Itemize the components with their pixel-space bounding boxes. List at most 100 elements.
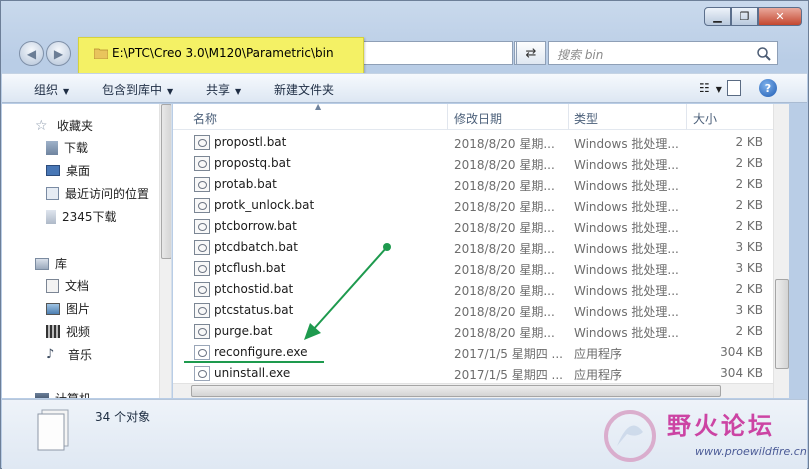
file-name: protab.bat bbox=[214, 177, 277, 191]
file-row[interactable]: propostq.bat 2018/8/20 星期... Windows 批处理… bbox=[173, 153, 763, 174]
column-divider[interactable] bbox=[447, 104, 448, 130]
file-list: ▲ 名称 修改日期 类型 大小 propostl.bat 2018/8/20 星… bbox=[173, 104, 773, 398]
file-name: protk_unlock.bat bbox=[214, 198, 315, 212]
navigation-pane: ☆ 收藏夹 下载 桌面 最近访问的位置 2345下载 库 文档 图片 视频 ♪ … bbox=[2, 104, 172, 398]
batch-file-icon bbox=[194, 219, 210, 234]
file-row[interactable]: ptchostid.bat 2018/8/20 星期... Windows 批处… bbox=[173, 279, 763, 300]
file-row[interactable]: purge.bat 2018/8/20 星期... Windows 批处理...… bbox=[173, 321, 763, 342]
include-in-library-label: 包含到库中 bbox=[102, 83, 163, 97]
vertical-scroll-thumb[interactable] bbox=[775, 279, 789, 369]
close-button[interactable]: ✕ bbox=[758, 7, 802, 26]
file-name: reconfigure.exe bbox=[214, 345, 308, 359]
column-header-date[interactable]: 修改日期 bbox=[454, 110, 502, 127]
share-label: 共享 bbox=[206, 83, 231, 97]
file-row[interactable]: propostl.bat 2018/8/20 星期... Windows 批处理… bbox=[173, 132, 763, 153]
file-date: 2018/8/20 星期... bbox=[454, 179, 555, 193]
file-type: 应用程序 bbox=[574, 347, 623, 361]
pictures-icon bbox=[46, 302, 60, 315]
column-divider[interactable] bbox=[686, 104, 687, 130]
file-row[interactable]: uninstall.exe 2017/1/5 星期四 ... 应用程序 304 … bbox=[173, 363, 763, 384]
nav-item-computer[interactable]: 计算机 bbox=[35, 390, 91, 398]
forward-arrow-icon: ▶ bbox=[53, 46, 64, 61]
nav-item-downloads[interactable]: 下载 bbox=[46, 139, 88, 156]
explorer-window: ▁ ❐ ✕ ◀ ▶ E:\PTC\Creo 3.0\M120\Parametri… bbox=[0, 0, 809, 469]
watermark-url: www.proewildfire.cn bbox=[695, 445, 807, 458]
file-name: ptcflush.bat bbox=[214, 261, 286, 275]
file-row[interactable]: ptcborrow.bat 2018/8/20 星期... Windows 批处… bbox=[173, 216, 763, 237]
file-size: 3 KB bbox=[735, 261, 763, 275]
nav-item-recent[interactable]: 最近访问的位置 bbox=[46, 185, 149, 202]
chevron-down-icon: ▼ bbox=[715, 85, 722, 94]
view-options-button[interactable]: ☷ ▼ bbox=[699, 81, 722, 95]
file-row[interactable]: ptcflush.bat 2018/8/20 星期... Windows 批处理… bbox=[173, 258, 763, 279]
command-bar: 组织 ▼ 包含到库中 ▼ 共享 ▼ 新建文件夹 ☷ ▼ ? bbox=[2, 73, 807, 103]
horizontal-scrollbar[interactable] bbox=[173, 383, 773, 398]
file-row[interactable]: protab.bat 2018/8/20 星期... Windows 批处理..… bbox=[173, 174, 763, 195]
nav-scroll-thumb[interactable] bbox=[161, 104, 171, 259]
organize-label: 组织 bbox=[34, 83, 59, 97]
nav-item-2345-downloads[interactable]: 2345下载 bbox=[46, 208, 117, 225]
file-name: ptchostid.bat bbox=[214, 282, 294, 296]
file-row[interactable]: ptcstatus.bat 2018/8/20 星期... Windows 批处… bbox=[173, 300, 763, 321]
new-folder-button[interactable]: 新建文件夹 bbox=[274, 81, 334, 98]
file-type: 应用程序 bbox=[574, 368, 623, 382]
batch-file-icon bbox=[194, 261, 210, 276]
recent-places-icon bbox=[46, 187, 59, 200]
nav-item-libraries[interactable]: 库 bbox=[35, 255, 67, 272]
search-icon[interactable] bbox=[756, 46, 772, 62]
nav-item-pictures[interactable]: 图片 bbox=[46, 300, 90, 317]
column-divider[interactable] bbox=[568, 104, 569, 130]
nav-label: 计算机 bbox=[55, 390, 91, 398]
documents-icon bbox=[46, 278, 59, 293]
horizontal-scroll-thumb[interactable] bbox=[191, 385, 721, 397]
library-icon bbox=[35, 257, 49, 270]
back-button[interactable]: ◀ bbox=[19, 41, 44, 66]
nav-label: 2345下载 bbox=[62, 210, 117, 224]
file-size: 304 KB bbox=[720, 345, 763, 359]
search-box[interactable]: 搜索 bin bbox=[548, 41, 778, 65]
batch-file-icon bbox=[194, 303, 210, 318]
maximize-button[interactable]: ❐ bbox=[731, 7, 758, 26]
forum-logo-icon bbox=[604, 410, 656, 462]
organize-menu[interactable]: 组织 ▼ bbox=[34, 81, 69, 98]
nav-label: 视频 bbox=[66, 325, 91, 339]
preview-pane-button[interactable] bbox=[727, 80, 741, 96]
nav-label: 最近访问的位置 bbox=[65, 187, 150, 201]
nav-item-desktop[interactable]: 桌面 bbox=[46, 162, 90, 179]
file-date: 2018/8/20 星期... bbox=[454, 137, 555, 151]
forward-button[interactable]: ▶ bbox=[46, 41, 71, 66]
refresh-button[interactable]: ⇄ bbox=[516, 41, 546, 65]
address-path[interactable]: E:\PTC\Creo 3.0\M120\Parametric\bin bbox=[112, 46, 334, 60]
column-header-size[interactable]: 大小 bbox=[693, 110, 717, 127]
file-name: ptcstatus.bat bbox=[214, 303, 294, 317]
chevron-down-icon: ▼ bbox=[235, 87, 242, 96]
batch-file-icon bbox=[194, 177, 210, 192]
folder-icon bbox=[94, 48, 108, 59]
nav-scrollbar[interactable] bbox=[159, 104, 171, 398]
help-button[interactable]: ? bbox=[759, 79, 777, 97]
file-date: 2018/8/20 星期... bbox=[454, 242, 555, 256]
file-row[interactable]: protk_unlock.bat 2018/8/20 星期... Windows… bbox=[173, 195, 763, 216]
chevron-down-icon: ▼ bbox=[167, 87, 174, 96]
nav-item-music[interactable]: ♪ 音乐 bbox=[46, 346, 92, 363]
share-menu[interactable]: 共享 ▼ bbox=[206, 81, 241, 98]
nav-item-documents[interactable]: 文档 bbox=[46, 277, 89, 294]
file-date: 2018/8/20 星期... bbox=[454, 284, 555, 298]
batch-file-icon bbox=[194, 324, 210, 339]
file-size: 3 KB bbox=[735, 303, 763, 317]
nav-item-favorites[interactable]: ☆ 收藏夹 bbox=[35, 117, 93, 134]
minimize-button[interactable]: ▁ bbox=[704, 7, 731, 26]
file-size: 3 KB bbox=[735, 240, 763, 254]
address-bar[interactable]: E:\PTC\Creo 3.0\M120\Parametric\bin bbox=[78, 37, 513, 74]
file-type: Windows 批处理... bbox=[574, 263, 679, 277]
star-icon: ☆ bbox=[35, 117, 48, 134]
file-row[interactable]: ptcdbatch.bat 2018/8/20 星期... Windows 批处… bbox=[173, 237, 763, 258]
file-row-reconfigure[interactable]: reconfigure.exe 2017/1/5 星期四 ... 应用程序 30… bbox=[173, 342, 763, 363]
column-header-type[interactable]: 类型 bbox=[574, 110, 598, 127]
include-in-library-menu[interactable]: 包含到库中 ▼ bbox=[102, 81, 173, 98]
column-header-name[interactable]: 名称 bbox=[193, 110, 217, 127]
file-size: 2 KB bbox=[735, 156, 763, 170]
vertical-scrollbar[interactable] bbox=[773, 104, 789, 398]
batch-file-icon bbox=[194, 156, 210, 171]
nav-item-videos[interactable]: 视频 bbox=[46, 323, 90, 340]
